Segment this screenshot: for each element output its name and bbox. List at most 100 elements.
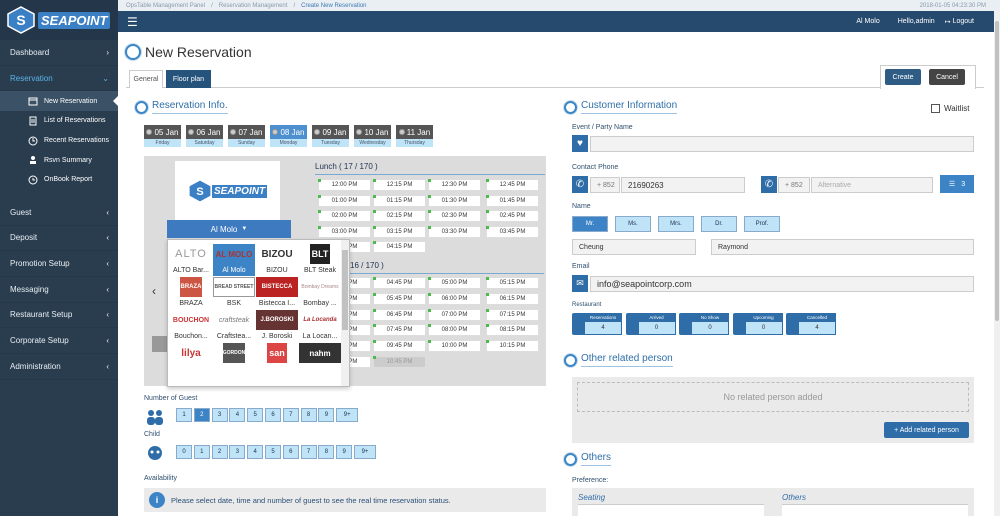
time-slot[interactable]: 01:30 PM — [428, 194, 481, 207]
dropdown-option[interactable]: BISTECCA Bistecca I... — [256, 277, 298, 309]
salutation-button[interactable]: Ms. — [615, 216, 651, 232]
alt-country-code-field[interactable]: + 852 — [778, 177, 810, 193]
time-slot[interactable]: 06:45 PM — [373, 308, 426, 321]
dropdown-option[interactable]: ALTO ALTO Bar... — [170, 244, 212, 276]
dropdown-option[interactable]: lilya — [170, 343, 212, 375]
logout-link[interactable]: ↦ Logout — [945, 18, 974, 26]
others-select[interactable] — [782, 504, 968, 516]
dropdown-option[interactable]: AL MOLO Al Molo — [213, 244, 255, 276]
current-restaurant[interactable]: Al Molo — [856, 18, 879, 25]
waitlist-checkbox[interactable]: Waitlist — [931, 104, 969, 113]
phone-input[interactable]: 21690263 — [621, 177, 745, 193]
child-count-button[interactable]: 1 — [193, 445, 210, 459]
sidebar-item-restaurant-setup[interactable]: Restaurant Setup ‹ — [0, 303, 118, 329]
time-slot[interactable]: 07:00 PM — [428, 308, 481, 321]
tab-floor-plan[interactable]: Floor plan — [166, 70, 211, 88]
time-slot[interactable]: 03:30 PM — [428, 225, 481, 238]
child-count-button[interactable]: 2 — [211, 445, 228, 459]
salutation-button[interactable]: Mr. — [572, 216, 608, 232]
time-slot[interactable]: 03:15 PM — [373, 225, 426, 238]
child-count-button[interactable]: 3 — [229, 445, 246, 459]
time-slot[interactable]: 02:15 PM — [373, 210, 426, 223]
dropdown-option[interactable]: BLT BLT Steak — [299, 244, 341, 276]
restaurant-select[interactable]: Al Molo ▼ — [167, 220, 291, 238]
brand-logo[interactable]: S SEAPOINT — [0, 0, 118, 40]
dropdown-option[interactable]: GORDON — [213, 343, 255, 375]
date-button[interactable]: 10 Jan Wednesday — [354, 125, 391, 147]
event-name-input[interactable] — [590, 136, 974, 152]
sidebar-subitem-list-of-reservations[interactable]: List of Reservations — [0, 111, 118, 131]
guest-count-button[interactable]: 1 — [176, 408, 192, 422]
time-slot[interactable]: 08:00 PM — [428, 324, 481, 337]
time-slot[interactable]: 03:45 PM — [486, 225, 539, 238]
guest-count-button[interactable]: 9+ — [336, 408, 359, 422]
breadcrumb-item[interactable]: OpsTable Management Panel — [126, 3, 205, 9]
guest-count-button[interactable]: 8 — [300, 408, 317, 422]
time-slot[interactable]: 02:00 PM — [318, 210, 371, 223]
dropdown-option[interactable]: La Locanda La Locan... — [299, 310, 341, 342]
time-slot[interactable]: 01:15 PM — [373, 194, 426, 207]
time-slot[interactable]: 08:15 PM — [486, 324, 539, 337]
time-slot[interactable]: 07:15 PM — [486, 308, 539, 321]
seating-select[interactable] — [578, 504, 764, 516]
child-count-button[interactable]: 8 — [318, 445, 335, 459]
guest-count-button[interactable]: 9 — [318, 408, 335, 422]
dropdown-option[interactable]: BOUCHON Bouchon... — [170, 310, 212, 342]
guest-count-button[interactable]: 7 — [282, 408, 299, 422]
sidebar-item-guest[interactable]: Guest ‹ — [0, 200, 118, 226]
child-count-button[interactable]: 9+ — [354, 445, 376, 459]
child-count-button[interactable]: 6 — [282, 445, 299, 459]
time-slot[interactable]: 12:45 PM — [486, 179, 539, 191]
checkbox-box[interactable] — [931, 104, 940, 113]
dropdown-option[interactable]: BREAD STREET BSK — [213, 277, 255, 309]
date-button[interactable]: 05 Jan Friday — [144, 125, 181, 147]
last-name-input[interactable]: Raymond — [711, 239, 974, 255]
sidebar-subitem-recent-reservations[interactable]: Recent Reservations — [0, 131, 118, 151]
sidebar-item-administration[interactable]: Administration ‹ — [0, 354, 118, 380]
salutation-button[interactable]: Mrs. — [658, 216, 694, 232]
dropdown-option[interactable]: san — [256, 343, 298, 375]
guest-count-button[interactable]: 6 — [265, 408, 281, 422]
guest-count-button[interactable]: 3 — [211, 408, 228, 422]
sidebar-item-promotion-setup[interactable]: Promotion Setup ‹ — [0, 251, 118, 277]
guest-count-button[interactable]: 4 — [229, 408, 246, 422]
dropdown-option[interactable]: nahm — [299, 343, 341, 375]
child-count-button[interactable]: 5 — [265, 445, 281, 459]
date-button[interactable]: 08 Jan Monday — [270, 125, 307, 147]
email-input[interactable]: info@seapointcorp.com — [590, 276, 974, 292]
tab-general[interactable]: General — [129, 70, 163, 88]
first-name-input[interactable]: Cheung — [572, 239, 696, 255]
child-count-button[interactable]: 7 — [300, 445, 317, 459]
time-slot[interactable]: 02:30 PM — [428, 210, 481, 223]
date-button[interactable]: 06 Jan Saturday — [186, 125, 223, 147]
sidebar-subitem-rsvn-summary[interactable]: Rsvn Summary — [0, 150, 118, 170]
floor-table-block[interactable] — [152, 336, 168, 352]
salutation-button[interactable]: Dr. — [701, 216, 737, 232]
page-scrollbar[interactable] — [994, 11, 1000, 516]
sidebar-item-deposit[interactable]: Deposit ‹ — [0, 226, 118, 252]
alt-phone-input[interactable]: Alternative — [811, 177, 933, 193]
dropdown-option[interactable]: craftsteak Craftstea... — [213, 310, 255, 342]
dropdown-option[interactable]: J.BOROSKI J. Boroski — [256, 310, 298, 342]
date-button[interactable]: 07 Jan Sunday — [228, 125, 265, 147]
time-slot[interactable]: 09:45 PM — [373, 340, 426, 353]
sidebar-item-messaging[interactable]: Messaging ‹ — [0, 277, 118, 303]
country-code-field[interactable]: + 852 — [590, 177, 620, 193]
time-slot[interactable]: 01:45 PM — [486, 194, 539, 207]
add-related-person-button[interactable]: + Add related person — [884, 422, 969, 438]
sidebar-item-corporate-setup[interactable]: Corporate Setup ‹ — [0, 328, 118, 354]
date-button[interactable]: 11 Jan Thursday — [396, 125, 433, 147]
dropdown-scrollbar[interactable] — [341, 240, 349, 386]
time-slot[interactable]: 06:00 PM — [428, 292, 481, 305]
dropdown-option[interactable]: BIZOU BIZOU — [256, 244, 298, 276]
date-button[interactable]: 09 Jan Tuesday — [312, 125, 349, 147]
time-slot[interactable]: 07:45 PM — [373, 324, 426, 337]
hamburger-menu-icon[interactable]: ☰ — [127, 15, 138, 29]
sidebar-subitem-new-reservation[interactable]: New Reservation — [0, 91, 118, 112]
sidebar-subitem-onbook-report[interactable]: OnBook Report — [0, 170, 118, 190]
guest-count-button[interactable]: 5 — [247, 408, 264, 422]
time-slot[interactable]: 12:30 PM — [428, 179, 481, 191]
time-slot[interactable]: 10:00 PM — [428, 340, 481, 353]
time-slot[interactable]: 12:15 PM — [373, 179, 426, 191]
salutation-button[interactable]: Prof. — [744, 216, 780, 232]
